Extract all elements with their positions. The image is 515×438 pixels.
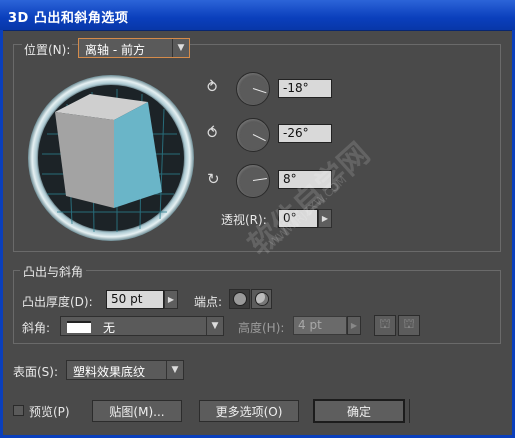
perspective-input[interactable]: 0° bbox=[278, 209, 318, 228]
bevel-outward-icon: ⛫ bbox=[379, 317, 391, 332]
dialog-title: 3D 凸出和斜角选项 bbox=[8, 11, 129, 26]
extrude-depth-label: 凸出厚度(D): bbox=[22, 295, 93, 309]
extrude-depth-arrow[interactable]: ▶ bbox=[164, 290, 178, 309]
dial-hand bbox=[252, 178, 267, 181]
ok-button[interactable]: 确定 bbox=[313, 399, 405, 423]
preview-label[interactable]: 预览(P) bbox=[29, 403, 70, 420]
x-axis-rotate-icon: ⥁ bbox=[207, 78, 218, 96]
bevel-outward-button[interactable]: ⛫ bbox=[374, 315, 396, 336]
surface-dropdown[interactable]: 塑料效果底纹 ▼ bbox=[66, 360, 184, 380]
bevel-height-arrow[interactable]: ▶ bbox=[347, 316, 361, 335]
chevron-down-icon: ▼ bbox=[172, 39, 189, 57]
z-rotation-dial[interactable] bbox=[236, 164, 270, 198]
y-rotation-input[interactable]: -26° bbox=[278, 124, 332, 143]
position-dropdown-value: 离轴 - 前方 bbox=[85, 43, 145, 57]
position-label: 位置(N): bbox=[22, 41, 73, 58]
cap-on-icon bbox=[232, 292, 247, 306]
perspective-label: 透视(R): bbox=[221, 213, 267, 227]
more-options-button[interactable]: 更多选项(O) bbox=[199, 400, 299, 422]
extrude-depth-input[interactable]: 50 pt bbox=[106, 290, 164, 309]
x-rotation-input[interactable]: -18° bbox=[278, 79, 332, 98]
title-bar[interactable]: 3D 凸出和斜角选项 bbox=[0, 0, 515, 31]
bevel-height-input[interactable]: 4 pt bbox=[293, 316, 347, 335]
chevron-down-icon: ▼ bbox=[166, 361, 183, 379]
cap-on-button[interactable] bbox=[229, 289, 250, 309]
rotation-track-cube[interactable] bbox=[22, 74, 200, 242]
dial-hand bbox=[252, 88, 267, 94]
bevel-swatch bbox=[67, 321, 91, 333]
cap-off-icon bbox=[254, 292, 269, 306]
z-rotation-input[interactable]: 8° bbox=[278, 170, 332, 189]
bevel-inward-button[interactable]: ⛫ bbox=[398, 315, 420, 336]
y-axis-rotate-icon: ⥀ bbox=[207, 124, 218, 142]
x-rotation-dial[interactable] bbox=[236, 72, 270, 106]
z-axis-rotate-icon: ↻ bbox=[207, 170, 220, 188]
cap-off-button[interactable] bbox=[251, 289, 272, 309]
separator bbox=[409, 399, 410, 423]
surface-label: 表面(S): bbox=[13, 365, 59, 379]
bevel-dropdown-value: 无 bbox=[103, 321, 116, 335]
perspective-arrow[interactable]: ▶ bbox=[318, 209, 332, 228]
bevel-dropdown[interactable]: 无 ▼ bbox=[60, 316, 224, 336]
bevel-label: 斜角: bbox=[22, 321, 51, 335]
cap-label: 端点: bbox=[194, 295, 223, 309]
bevel-height-label: 高度(H): bbox=[238, 321, 285, 335]
position-dropdown[interactable]: 离轴 - 前方 ▼ bbox=[78, 38, 190, 58]
y-rotation-dial[interactable] bbox=[236, 118, 270, 152]
map-button[interactable]: 贴图(M)... bbox=[92, 400, 182, 422]
chevron-down-icon: ▼ bbox=[206, 317, 223, 335]
surface-dropdown-value: 塑料效果底纹 bbox=[73, 365, 146, 379]
bevel-inward-icon: ⛫ bbox=[403, 317, 415, 332]
preview-checkbox[interactable] bbox=[13, 405, 24, 416]
dial-hand bbox=[252, 134, 266, 142]
extrude-group-label: 凸出与斜角 bbox=[20, 263, 87, 280]
